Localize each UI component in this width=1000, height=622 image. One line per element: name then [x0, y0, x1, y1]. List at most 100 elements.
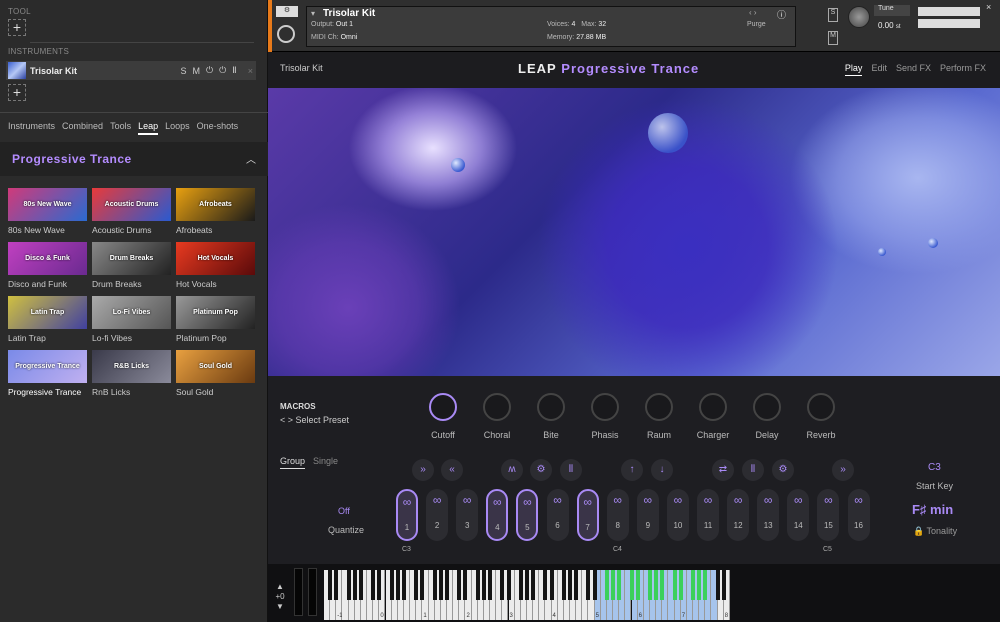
perform-fx-button[interactable]: ⦀ — [742, 459, 764, 481]
sequencer-pad[interactable]: ∞ 15 — [817, 489, 840, 541]
tab-play[interactable]: Play — [844, 63, 863, 76]
perform-fx-button[interactable]: ʍ — [501, 459, 523, 481]
black-key[interactable] — [334, 570, 339, 600]
sequencer-pad[interactable]: ∞ 4 — [486, 489, 509, 541]
black-key[interactable] — [678, 570, 683, 600]
sequencer-pad[interactable]: ∞ 13 — [757, 489, 780, 541]
key-value[interactable]: F♯ min — [912, 502, 953, 517]
black-key[interactable] — [432, 570, 437, 600]
mode-single[interactable]: Single — [313, 456, 338, 469]
knob-dial[interactable] — [537, 393, 565, 421]
black-key[interactable] — [328, 570, 333, 600]
info-icon[interactable]: ⓘ — [777, 8, 786, 21]
expansion-tile[interactable]: Platinum Pop Platinum Pop — [176, 296, 255, 348]
tab-combined[interactable]: Combined — [62, 121, 103, 135]
macro-knob-delay[interactable]: Delay — [740, 393, 794, 440]
black-key[interactable] — [401, 570, 406, 600]
solo-icon[interactable]: S — [828, 8, 838, 22]
perform-fx-button[interactable]: ⚙ — [530, 459, 552, 481]
macro-knob-reverb[interactable]: Reverb — [794, 393, 848, 440]
quantize-value[interactable]: Off — [338, 506, 350, 516]
sequencer-pad[interactable]: ∞ 12 — [727, 489, 750, 541]
knob-dial[interactable] — [591, 393, 619, 421]
black-key[interactable] — [488, 570, 493, 600]
preset-selector[interactable]: < > Select Preset — [280, 415, 349, 425]
tab-edit[interactable]: Edit — [871, 63, 887, 76]
black-key[interactable] — [420, 570, 425, 600]
sequencer-pad[interactable]: ∞ 6 — [546, 489, 569, 541]
tab-one-shots[interactable]: One-shots — [197, 121, 239, 135]
black-key[interactable] — [352, 570, 357, 600]
black-key[interactable] — [457, 570, 462, 600]
perform-fx-button[interactable]: ⇄ — [712, 459, 734, 481]
expansion-tile[interactable]: Drum Breaks Drum Breaks — [92, 242, 171, 294]
black-key[interactable] — [721, 570, 726, 600]
black-key[interactable] — [524, 570, 529, 600]
black-key[interactable] — [475, 570, 480, 600]
black-key[interactable] — [481, 570, 486, 600]
perform-fx-button[interactable]: ⚙ — [772, 459, 794, 481]
expansion-tile[interactable]: Disco & Funk Disco and Funk — [8, 242, 87, 294]
knob-dial[interactable] — [807, 393, 835, 421]
mute-icon[interactable]: M — [828, 31, 838, 45]
solo-button[interactable]: S — [181, 66, 187, 76]
sequencer-pad[interactable]: ∞ 8 — [606, 489, 629, 541]
tune-value[interactable]: 0.00 — [878, 21, 894, 30]
tab-loops[interactable]: Loops — [165, 121, 190, 135]
expansion-tile[interactable]: Afrobeats Afrobeats — [176, 188, 255, 240]
black-key[interactable] — [617, 570, 622, 600]
perform-fx-button[interactable]: » — [412, 459, 434, 481]
knob-dial[interactable] — [753, 393, 781, 421]
tune-knob[interactable] — [848, 6, 870, 28]
macro-knob-bite[interactable]: Bite — [524, 393, 578, 440]
black-key[interactable] — [463, 570, 468, 600]
expansion-tile[interactable]: Lo-Fi Vibes Lo-fi Vibes — [92, 296, 171, 348]
black-key[interactable] — [500, 570, 505, 600]
black-key[interactable] — [697, 570, 702, 600]
perform-fx-button[interactable]: » — [832, 459, 854, 481]
sequencer-pad[interactable]: ∞ 3 — [456, 489, 479, 541]
black-key[interactable] — [629, 570, 634, 600]
sequencer-pad[interactable]: ∞ 10 — [666, 489, 689, 541]
black-key[interactable] — [586, 570, 591, 600]
black-key[interactable] — [703, 570, 708, 600]
sequencer-pad[interactable]: ∞ 7 — [576, 489, 599, 541]
black-key[interactable] — [691, 570, 695, 600]
close-icon[interactable]: × — [986, 2, 991, 12]
macro-knob-charger[interactable]: Charger — [686, 393, 740, 440]
black-key[interactable] — [506, 570, 511, 600]
gear-icon[interactable]: ⚙ — [276, 6, 298, 17]
expansion-tile[interactable]: Soul Gold Soul Gold — [176, 350, 255, 402]
black-key[interactable] — [389, 570, 394, 600]
mute-button[interactable]: M — [193, 66, 201, 76]
sequencer-pad[interactable]: ∞ 9 — [636, 489, 659, 541]
midi-value[interactable]: Omni — [341, 34, 358, 41]
sequencer-pad[interactable]: ∞ 2 — [426, 489, 449, 541]
expansion-tile[interactable]: Latin Trap Latin Trap — [8, 296, 87, 348]
black-key[interactable] — [346, 570, 351, 600]
expansion-tile[interactable]: 80s New Wave 80s New Wave — [8, 188, 87, 240]
instrument-slot[interactable]: Trisolar Kit S M ⏻ ⏻ Ⅱ × — [6, 61, 256, 80]
black-key[interactable] — [438, 570, 443, 600]
knob-dial[interactable] — [483, 393, 511, 421]
prev-next-icons[interactable]: ‹ › — [749, 8, 757, 17]
meter-icon[interactable]: Ⅱ — [232, 65, 236, 76]
kontakt-instrument-name[interactable]: Trisolar Kit — [323, 8, 375, 19]
add-tool-button[interactable]: + — [8, 19, 26, 36]
mode-group[interactable]: Group — [280, 456, 306, 469]
expansion-header[interactable]: Progressive Trance ︿ — [0, 142, 268, 176]
sequencer-pad[interactable]: ∞ 14 — [787, 489, 810, 541]
black-key[interactable] — [395, 570, 400, 600]
black-key[interactable] — [592, 570, 597, 600]
black-key[interactable] — [358, 570, 363, 600]
black-key[interactable] — [574, 570, 579, 600]
black-key[interactable] — [604, 570, 609, 600]
max-value[interactable]: 32 — [598, 21, 606, 28]
power-icon[interactable]: ⏻ — [206, 65, 213, 76]
black-key[interactable] — [568, 570, 572, 600]
caret-icon[interactable]: ▾ — [311, 9, 315, 18]
macro-knob-raum[interactable]: Raum — [632, 393, 686, 440]
black-key[interactable] — [654, 570, 659, 600]
octave-selector[interactable]: ▲ +0 ▼ — [272, 582, 288, 612]
black-key[interactable] — [647, 570, 652, 600]
